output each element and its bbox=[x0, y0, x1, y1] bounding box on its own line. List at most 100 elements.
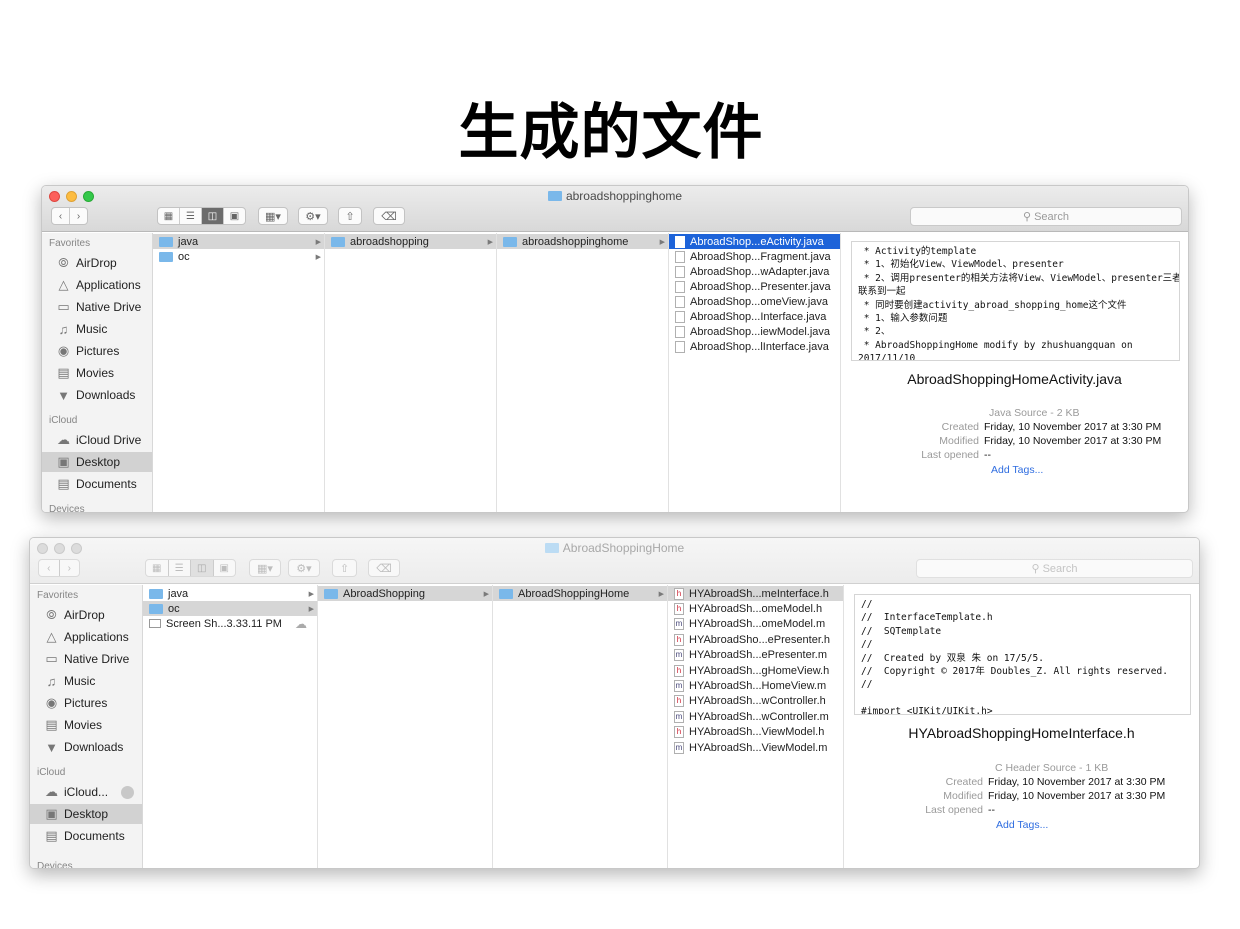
add-tags-link[interactable]: Add Tags... bbox=[996, 819, 1048, 831]
list-item[interactable]: h HYAbroadSh...wController.h bbox=[668, 694, 843, 709]
share-button[interactable]: ⇧ bbox=[338, 207, 362, 225]
list-view-button[interactable]: ☰ bbox=[169, 560, 191, 576]
sidebar-item-downloads[interactable]: ▼ Downloads bbox=[42, 385, 152, 405]
list-item[interactable]: AbroadShop...Presenter.java bbox=[669, 279, 840, 294]
action-gear-button[interactable]: ⚙▾ bbox=[288, 559, 320, 577]
list-item[interactable]: AbroadShop...wAdapter.java bbox=[669, 264, 840, 279]
list-item[interactable]: h HYAbroadSh...meInterface.h bbox=[668, 586, 843, 601]
list-item[interactable]: m HYAbroadSh...HomeView.m bbox=[668, 678, 843, 693]
sidebar-item-movies[interactable]: ▤ Movies bbox=[42, 363, 152, 383]
sidebar-item-label: Pictures bbox=[64, 696, 108, 710]
back-button[interactable]: ‹ bbox=[52, 208, 70, 224]
list-item[interactable]: AbroadShop...Interface.java bbox=[669, 309, 840, 324]
sidebar-header-icloud: iCloud bbox=[37, 767, 66, 778]
sidebar-item-music[interactable]: ♫ Music bbox=[42, 319, 152, 339]
sidebar-item-native-drive[interactable]: ▭ Native Drive bbox=[42, 297, 152, 317]
sidebar-item-documents[interactable]: ▤ Documents bbox=[42, 474, 152, 494]
movies-icon: ▤ bbox=[45, 717, 58, 732]
sidebar-header-favorites: Favorites bbox=[37, 590, 79, 601]
coverflow-view-button[interactable]: ▣ bbox=[224, 208, 245, 224]
list-item[interactable]: oc ▶ bbox=[143, 601, 317, 616]
list-item[interactable]: AbroadShopping ▶ bbox=[318, 586, 492, 601]
desktop-icon: ▣ bbox=[45, 806, 58, 821]
sidebar-item-applications[interactable]: △ Applications bbox=[42, 275, 152, 295]
group-button[interactable]: ▦▾ bbox=[249, 559, 281, 577]
pictures-icon: ◉ bbox=[57, 343, 70, 358]
list-item[interactable]: h HYAbroadSh...gHomeView.h bbox=[668, 663, 843, 678]
list-item[interactable]: java ▶ bbox=[153, 234, 324, 249]
preview-pane: // // InterfaceTemplate.h // SQTemplate … bbox=[844, 585, 1199, 868]
list-item[interactable]: AbroadShoppingHome ▶ bbox=[493, 586, 667, 601]
back-button[interactable]: ‹ bbox=[39, 560, 60, 576]
add-tags-link[interactable]: Add Tags... bbox=[991, 464, 1043, 476]
list-item-label: java bbox=[168, 587, 189, 600]
forward-button[interactable]: › bbox=[70, 208, 87, 224]
sidebar-item-movies[interactable]: ▤ Movies bbox=[30, 715, 142, 735]
meta-value: Friday, 10 November 2017 at 3:30 PM bbox=[988, 776, 1166, 788]
search-input[interactable]: ⚲ Search bbox=[910, 207, 1182, 226]
meta-value: Friday, 10 November 2017 at 3:30 PM bbox=[984, 435, 1162, 447]
list-view-button[interactable]: ☰ bbox=[180, 208, 202, 224]
sidebar-item-icloud-drive[interactable]: ☁ iCloud... bbox=[30, 782, 142, 802]
action-gear-button[interactable]: ⚙▾ bbox=[298, 207, 328, 225]
group-button[interactable]: ▦▾ bbox=[258, 207, 288, 225]
list-item-label: HYAbroadSh...ViewModel.h bbox=[689, 726, 825, 739]
list-item[interactable]: h HYAbroadSh...ViewModel.h bbox=[668, 725, 843, 740]
list-item[interactable]: AbroadShop...Fragment.java bbox=[669, 249, 840, 264]
column-files: h HYAbroadSh...meInterface.h h HYAbroadSh..… bbox=[668, 585, 844, 868]
list-item-label: java bbox=[178, 235, 199, 248]
list-item[interactable]: m HYAbroadSh...ePresenter.m bbox=[668, 648, 843, 663]
header-file-icon: h bbox=[674, 602, 684, 615]
coverflow-view-button[interactable]: ▣ bbox=[214, 560, 236, 576]
sidebar-item-desktop[interactable]: ▣ Desktop bbox=[42, 452, 152, 472]
sidebar-item-music[interactable]: ♫ Music bbox=[30, 671, 142, 691]
list-item[interactable]: AbroadShop...lInterface.java bbox=[669, 339, 840, 354]
list-item[interactable]: m HYAbroadSh...wController.m bbox=[668, 709, 843, 724]
list-item[interactable]: abroadshopping ▶ bbox=[325, 234, 496, 249]
share-button[interactable]: ⇧ bbox=[332, 559, 357, 577]
list-item[interactable]: java ▶ bbox=[143, 586, 317, 601]
sidebar-item-documents[interactable]: ▤ Documents bbox=[30, 826, 142, 846]
list-item[interactable]: oc ▶ bbox=[153, 249, 324, 264]
documents-icon: ▤ bbox=[57, 476, 70, 491]
column-1: java ▶ oc ▶ bbox=[153, 233, 325, 512]
airdrop-icon: ⦾ bbox=[46, 607, 57, 622]
list-item-label: oc bbox=[178, 250, 190, 263]
icon-view-button[interactable]: ▦ bbox=[158, 208, 180, 224]
list-item[interactable]: abroadshoppinghome ▶ bbox=[497, 234, 668, 249]
sidebar-item-native-drive[interactable]: ▭ Native Drive bbox=[30, 649, 142, 669]
list-item-label: abroadshoppinghome bbox=[522, 235, 629, 248]
sidebar-item-desktop[interactable]: ▣ Desktop bbox=[30, 804, 142, 824]
list-item-label: oc bbox=[168, 602, 180, 615]
tag-button[interactable]: ⌫ bbox=[373, 207, 405, 225]
list-item-label: AbroadShop...omeView.java bbox=[690, 295, 828, 308]
list-item[interactable]: AbroadShop...iewModel.java bbox=[669, 324, 840, 339]
list-item[interactable]: h HYAbroadSho...ePresenter.h bbox=[668, 632, 843, 647]
header-file-icon: h bbox=[674, 587, 684, 600]
sidebar-item-downloads[interactable]: ▼ Downloads bbox=[30, 737, 142, 757]
list-item[interactable]: m HYAbroadSh...ViewModel.m bbox=[668, 740, 843, 755]
meta-modified: Modified Friday, 10 November 2017 at 3:30… bbox=[848, 435, 1161, 447]
list-item[interactable]: m HYAbroadSh...omeModel.m bbox=[668, 617, 843, 632]
list-item[interactable]: Screen Sh...3.33.11 PM ☁ bbox=[143, 616, 317, 631]
forward-button[interactable]: › bbox=[60, 560, 80, 576]
column-view-button[interactable]: ◫ bbox=[202, 208, 224, 224]
sidebar-item-airdrop[interactable]: ⦾ AirDrop bbox=[42, 253, 152, 273]
sidebar-item-airdrop[interactable]: ⦾ AirDrop bbox=[30, 605, 142, 625]
sidebar-item-label: Native Drive bbox=[64, 652, 130, 666]
list-item[interactable]: AbroadShop...eActivity.java bbox=[669, 234, 840, 249]
sidebar-item-label: Desktop bbox=[76, 455, 121, 469]
sidebar-item-pictures[interactable]: ◉ Pictures bbox=[42, 341, 152, 361]
list-item-label: AbroadShop...Presenter.java bbox=[690, 280, 831, 293]
search-input[interactable]: ⚲ Search bbox=[916, 559, 1193, 578]
sidebar-item-pictures[interactable]: ◉ Pictures bbox=[30, 693, 142, 713]
tag-button[interactable]: ⌫ bbox=[368, 559, 400, 577]
icon-view-button[interactable]: ▦ bbox=[146, 560, 169, 576]
list-item[interactable]: AbroadShop...omeView.java bbox=[669, 294, 840, 309]
header-file-icon: h bbox=[674, 695, 684, 708]
list-item-label: HYAbroadSh...omeModel.m bbox=[689, 618, 826, 631]
column-view-button[interactable]: ◫ bbox=[191, 560, 214, 576]
sidebar-item-applications[interactable]: △ Applications bbox=[30, 627, 142, 647]
list-item[interactable]: h HYAbroadSh...omeModel.h bbox=[668, 601, 843, 616]
sidebar-item-icloud-drive[interactable]: ☁ iCloud Drive bbox=[42, 430, 152, 450]
